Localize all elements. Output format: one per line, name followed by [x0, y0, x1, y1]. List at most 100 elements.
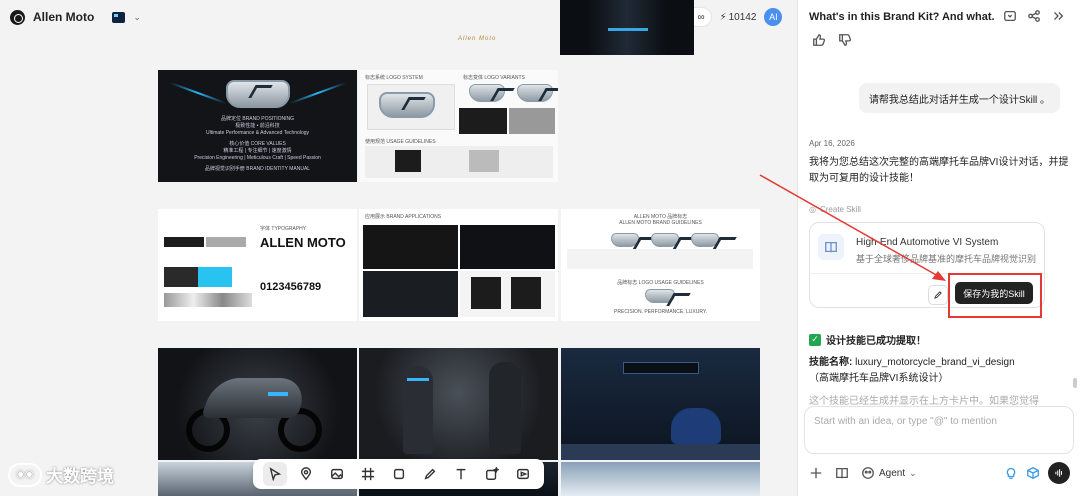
scrollbar[interactable]	[1073, 378, 1077, 388]
logo-icon	[645, 289, 675, 303]
logo-icon	[691, 233, 719, 247]
chat-input-box[interactable]	[804, 406, 1074, 454]
canvas-card-typography[interactable]: ALLEN MOTO 0123456789 字体 TYPOGRAPHY	[158, 209, 357, 321]
thumbs-up-button[interactable]	[812, 33, 826, 47]
agent-label: Agent	[879, 467, 906, 479]
skill-name: High-End Automotive VI System	[856, 237, 999, 248]
typography-title: ALLEN MOTO	[260, 235, 346, 250]
canvas-card-brand-positioning[interactable]: 品牌定位 BRAND POSITIONING 极致性能 • 前沿科技 Ultim…	[158, 70, 357, 182]
history-button[interactable]	[1003, 9, 1017, 23]
canvas-tag: Allen Moto	[458, 36, 497, 42]
card-heading: 标志变体 LOGO VARIANTS	[463, 75, 525, 81]
skill-description: 基于全球奢侈品牌基准的摩托车品牌视觉识别...	[856, 254, 1036, 264]
rectangle-icon	[393, 468, 404, 480]
agent-mode-select[interactable]: Agent ⌄	[861, 466, 917, 480]
frame-tool[interactable]	[356, 462, 380, 486]
canvas-card-logo-guidelines[interactable]: ALLEN MOTO 品牌标志 ALLEN MOTO BRAND GUIDELI…	[561, 209, 760, 321]
pin-icon	[300, 467, 311, 481]
design-canvas[interactable]: Allen Moto ⌄ 🚀 ∞ ⚡ 10142 AI Allen Moto 品…	[0, 0, 797, 496]
success-text: 设计技能已成功提取！	[826, 336, 926, 347]
pen-tool[interactable]	[418, 462, 442, 486]
skill-info: 技能名称: luxury_motorcycle_brand_vi_design …	[809, 355, 1071, 387]
card-text: 品牌定位 BRAND POSITIONING	[220, 116, 295, 122]
watermark-logo-icon: ◉◉	[8, 462, 42, 487]
panel-actions	[1003, 9, 1065, 23]
thumbs-up-icon	[813, 34, 826, 46]
credits-counter[interactable]: ⚡ 10142	[720, 12, 757, 23]
idea-button[interactable]	[1004, 466, 1018, 480]
logo-icon	[651, 233, 679, 247]
canvas-image-jacket-top[interactable]	[560, 0, 694, 55]
book-icon	[836, 467, 848, 479]
user-message: 请帮我总结此对话并生成一个设计Skill 。	[859, 83, 1060, 113]
canvas-image-riders[interactable]	[359, 348, 558, 460]
typography-phone: 0123456789	[260, 281, 322, 293]
truncated-text: 这个技能已经生成并显示在上方卡片中。如果您觉得	[809, 396, 1039, 407]
edit-skill-button[interactable]	[928, 285, 948, 305]
select-tool[interactable]	[262, 462, 287, 486]
skill-id: luxury_motorcycle_brand_vi_design	[855, 357, 1015, 368]
pencil-icon	[934, 291, 942, 299]
infinity-icon: ∞	[697, 11, 705, 23]
thumbs-down-button[interactable]	[838, 33, 852, 47]
pen-icon	[424, 468, 435, 480]
create-skill-status: ◎ Create Skill	[809, 205, 861, 214]
library-button[interactable]	[835, 466, 849, 480]
project-name[interactable]: Allen Moto	[33, 10, 94, 24]
chat-input[interactable]	[814, 416, 1064, 427]
composer-toolbar: Agent ⌄	[809, 462, 1074, 484]
image-generator-tool[interactable]	[480, 462, 504, 486]
card-heading: 标志系统 LOGO SYSTEM	[365, 75, 423, 81]
card-text: 精准工程 | 专注细节 | 速度激情	[223, 148, 292, 154]
image-tool[interactable]	[325, 462, 349, 486]
card-heading: ALLEN MOTO 品牌标志	[633, 214, 688, 220]
canvas-card-applications[interactable]: 应用展示 BRAND APPLICATIONS	[359, 209, 558, 321]
card-text: 核心价值 CORE VALUES	[229, 141, 286, 147]
conversation-title[interactable]: What's in this Brand Kit? And what...	[809, 11, 994, 23]
voice-input-button[interactable]	[1048, 462, 1070, 484]
add-button[interactable]	[809, 466, 823, 480]
card-heading: 应用展示 BRAND APPLICATIONS	[365, 214, 442, 220]
share-icon	[1028, 10, 1040, 22]
waveform-icon	[1055, 469, 1062, 477]
app-logo-icon[interactable]	[10, 9, 25, 25]
chevron-down-icon[interactable]: ⌄	[133, 12, 141, 23]
plus-icon	[810, 467, 822, 479]
grid-icon	[361, 467, 374, 481]
lightning-icon: ⚡	[719, 11, 727, 23]
share-button[interactable]	[1027, 9, 1041, 23]
card-heading: 字体 TYPOGRAPHY	[260, 226, 307, 232]
image-gen-icon	[485, 467, 499, 480]
canvas-image-booth[interactable]	[561, 348, 760, 460]
video-generator-tool[interactable]	[511, 462, 535, 486]
cube-icon	[1027, 467, 1039, 479]
checkmark-icon: ✓	[809, 333, 821, 346]
chevron-down-icon: ⌄	[909, 467, 917, 478]
logo-icon	[611, 233, 639, 247]
text-tool[interactable]	[449, 462, 473, 486]
logo-icon	[517, 84, 553, 102]
agent-icon	[861, 466, 875, 480]
history-icon	[1004, 10, 1016, 22]
model-button[interactable]	[1026, 466, 1040, 480]
assistant-reply: 我将为您总结这次完整的高端摩托车品牌VI设计对话，并提取为可复用的设计技能！	[809, 157, 1069, 184]
canvas-card-logo-system[interactable]: 标志系统 LOGO SYSTEM 标志变体 LOGO VARIANTS 使用规范…	[359, 70, 558, 182]
video-gen-icon	[516, 468, 529, 480]
skill-cn-name: （高端摩托车品牌VI系统设计）	[809, 373, 949, 384]
brand-kit-thumbnail-icon[interactable]	[112, 11, 126, 23]
message-date: Apr 16, 2026	[809, 139, 855, 148]
save-to-my-skill-button[interactable]: 保存为我的Skill	[955, 282, 1033, 304]
canvas-image-partial[interactable]	[561, 462, 760, 496]
success-message: ✓ 设计技能已成功提取！	[809, 332, 926, 347]
logo-icon	[379, 92, 435, 118]
chat-panel: What's in this Brand Kit? And what... 请帮…	[797, 0, 1080, 496]
rectangle-tool[interactable]	[387, 462, 411, 486]
book-icon	[818, 234, 844, 260]
canvas-image-motorcycle[interactable]	[158, 348, 357, 460]
skill-status-icon: ◎	[809, 205, 816, 214]
collapse-button[interactable]	[1051, 9, 1065, 23]
user-avatar[interactable]: AI	[764, 8, 783, 26]
credits-value: 10142	[728, 11, 757, 23]
skill-name-label: 技能名称:	[809, 357, 853, 368]
pin-tool[interactable]	[294, 462, 318, 486]
